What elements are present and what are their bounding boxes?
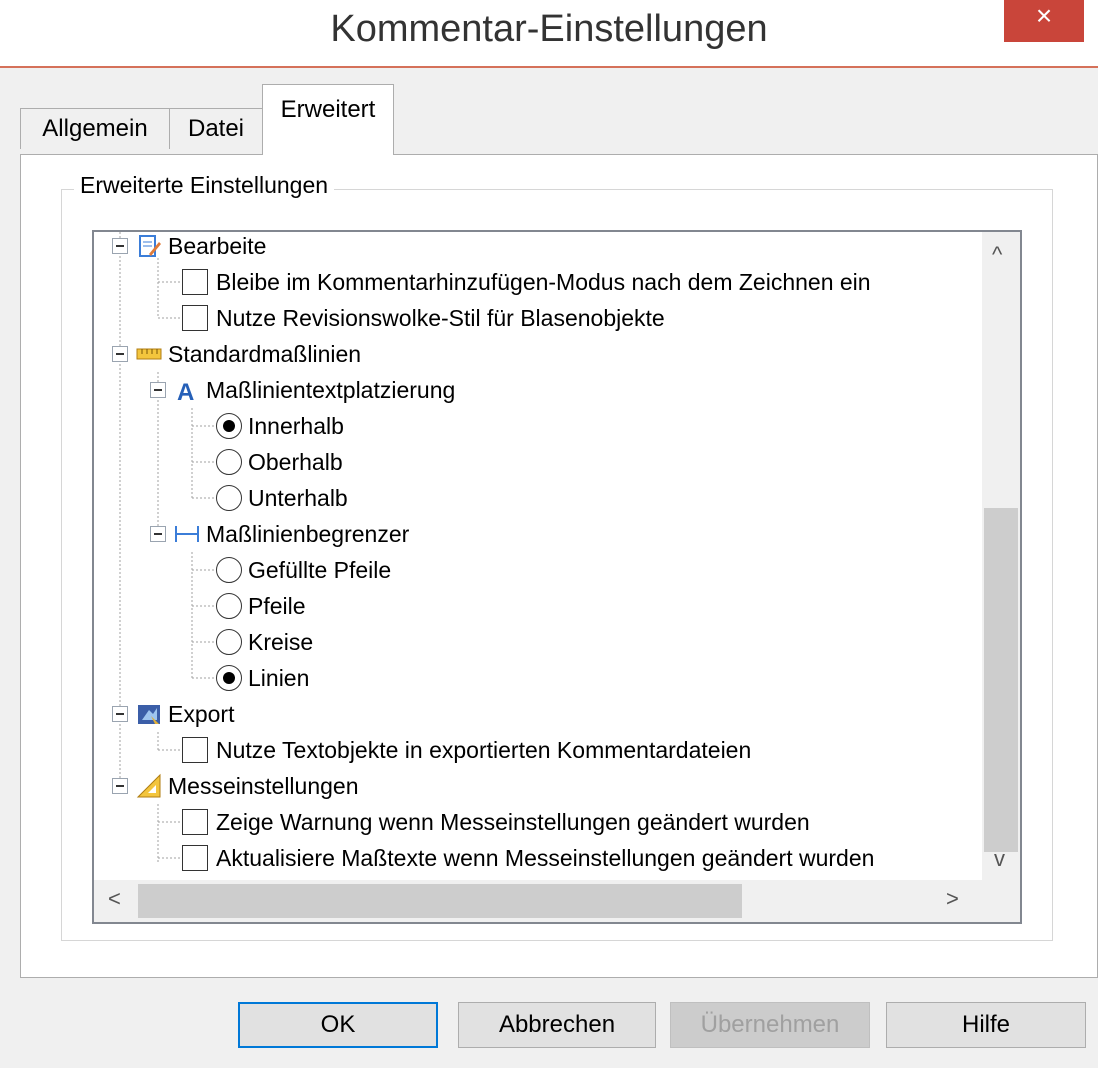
collapse-toggle-export[interactable] bbox=[112, 706, 128, 722]
edit-document-icon bbox=[136, 233, 162, 259]
radio-kreise[interactable]: Kreise bbox=[216, 624, 313, 660]
tree-node-label: Maßlinienbegrenzer bbox=[206, 520, 410, 547]
checkbox[interactable] bbox=[182, 305, 208, 331]
radio-pfeile[interactable]: Pfeile bbox=[216, 588, 306, 624]
radio-button[interactable] bbox=[216, 629, 242, 655]
horizontal-scrollbar[interactable]: < > bbox=[94, 880, 1020, 922]
tab-allgemein[interactable]: Allgemein bbox=[20, 108, 170, 149]
horizontal-scroll-thumb[interactable] bbox=[138, 884, 742, 918]
tree-item-update-texts[interactable]: Aktualisiere Maßtexte wenn Messeinstellu… bbox=[182, 840, 874, 876]
dialog-title: Kommentar-Einstellungen bbox=[330, 8, 768, 50]
close-button[interactable]: × bbox=[1004, 0, 1084, 42]
radio-label: Unterhalb bbox=[248, 484, 348, 511]
svg-text:A: A bbox=[177, 379, 194, 402]
tree-item-label: Nutze Revisionswolke-Stil für Blasenobje… bbox=[216, 304, 665, 331]
checkbox[interactable] bbox=[182, 269, 208, 295]
collapse-toggle-standard[interactable] bbox=[112, 346, 128, 362]
tree-item-show-warning[interactable]: Zeige Warnung wenn Messeinstellungen geä… bbox=[182, 804, 810, 840]
collapse-toggle-messe[interactable] bbox=[112, 778, 128, 794]
scroll-left-icon[interactable]: < bbox=[108, 886, 121, 912]
radio-linien[interactable]: Linien bbox=[216, 660, 309, 696]
checkbox[interactable] bbox=[182, 737, 208, 763]
radio-button[interactable] bbox=[216, 413, 242, 439]
tree-node-export[interactable]: Export bbox=[136, 696, 234, 732]
tree-node-label: Export bbox=[168, 700, 235, 727]
radio-label: Kreise bbox=[248, 628, 314, 655]
ruler-icon bbox=[136, 341, 162, 367]
group-label: Erweiterte Einstellungen bbox=[74, 172, 335, 199]
cancel-button[interactable]: Abbrechen bbox=[458, 1002, 656, 1048]
radio-button[interactable] bbox=[216, 449, 242, 475]
title-bar: Kommentar-Einstellungen × bbox=[0, 0, 1098, 68]
vertical-scrollbar[interactable]: ^ v bbox=[982, 232, 1020, 880]
vertical-scroll-thumb[interactable] bbox=[984, 508, 1018, 852]
help-button[interactable]: Hilfe bbox=[886, 1002, 1086, 1048]
scroll-down-icon[interactable]: v bbox=[994, 846, 1005, 872]
tree-item-revision-cloud[interactable]: Nutze Revisionswolke-Stil für Blasenobje… bbox=[182, 300, 665, 336]
tab-panel: Erweiterte Einstellungen Bearbeite Bleib… bbox=[20, 154, 1098, 978]
scroll-up-icon[interactable]: ^ bbox=[992, 242, 1002, 268]
tree-item-label: Bleibe im Kommentarhinzufügen-Modus nach… bbox=[216, 268, 871, 295]
checkbox[interactable] bbox=[182, 845, 208, 871]
tree-node-label: Bearbeite bbox=[168, 232, 267, 259]
radio-button[interactable] bbox=[216, 485, 242, 511]
radio-label: Gefüllte Pfeile bbox=[248, 556, 392, 583]
text-a-icon: A bbox=[174, 377, 200, 403]
collapse-toggle-limiter[interactable] bbox=[150, 526, 166, 542]
radio-label: Innerhalb bbox=[248, 412, 344, 439]
tree-item-label: Aktualisiere Maßtexte wenn Messeinstellu… bbox=[216, 844, 875, 871]
radio-button[interactable] bbox=[216, 557, 242, 583]
tree-node-placement[interactable]: A Maßlinientextplatzierung bbox=[174, 372, 455, 408]
scroll-right-icon[interactable]: > bbox=[946, 886, 959, 912]
radio-label: Oberhalb bbox=[248, 448, 343, 475]
settings-tree[interactable]: Bearbeite Bleibe im Kommentarhinzufügen-… bbox=[92, 230, 1022, 924]
set-square-icon bbox=[136, 773, 162, 799]
tree-item-label: Zeige Warnung wenn Messeinstellungen geä… bbox=[216, 808, 810, 835]
ok-button[interactable]: OK bbox=[238, 1002, 438, 1048]
tree-item-label: Nutze Textobjekte in exportierten Kommen… bbox=[216, 736, 752, 763]
collapse-toggle-bearbeite[interactable] bbox=[112, 238, 128, 254]
tree-node-limiter[interactable]: Maßlinienbegrenzer bbox=[174, 516, 409, 552]
radio-unterhalb[interactable]: Unterhalb bbox=[216, 480, 348, 516]
tree-node-label: Messeinstellungen bbox=[168, 772, 359, 799]
tree-item-keep-mode[interactable]: Bleibe im Kommentarhinzufügen-Modus nach… bbox=[182, 264, 871, 300]
radio-label: Pfeile bbox=[248, 592, 306, 619]
collapse-toggle-placement[interactable] bbox=[150, 382, 166, 398]
tab-erweitert[interactable]: Erweitert bbox=[262, 84, 394, 155]
checkbox[interactable] bbox=[182, 809, 208, 835]
radio-gefuellte-pfeile[interactable]: Gefüllte Pfeile bbox=[216, 552, 391, 588]
tree-node-messe[interactable]: Messeinstellungen bbox=[136, 768, 359, 804]
radio-innerhalb[interactable]: Innerhalb bbox=[216, 408, 344, 444]
tree-item-text-objects[interactable]: Nutze Textobjekte in exportierten Kommen… bbox=[182, 732, 751, 768]
advanced-settings-group: Erweiterte Einstellungen Bearbeite Bleib… bbox=[61, 172, 1053, 941]
export-icon bbox=[136, 701, 162, 727]
radio-oberhalb[interactable]: Oberhalb bbox=[216, 444, 343, 480]
radio-button[interactable] bbox=[216, 665, 242, 691]
tree-node-label: Standardmaßlinien bbox=[168, 340, 362, 367]
tree-node-standard[interactable]: Standardmaßlinien bbox=[136, 336, 361, 372]
apply-button[interactable]: Übernehmen bbox=[670, 1002, 870, 1048]
tab-datei[interactable]: Datei bbox=[169, 108, 263, 149]
tree-node-bearbeite[interactable]: Bearbeite bbox=[136, 232, 267, 264]
radio-label: Linien bbox=[248, 664, 310, 691]
close-icon: × bbox=[1035, 0, 1053, 31]
dimension-line-icon bbox=[174, 521, 200, 547]
tree-node-label: Maßlinientextplatzierung bbox=[206, 376, 456, 403]
radio-button[interactable] bbox=[216, 593, 242, 619]
